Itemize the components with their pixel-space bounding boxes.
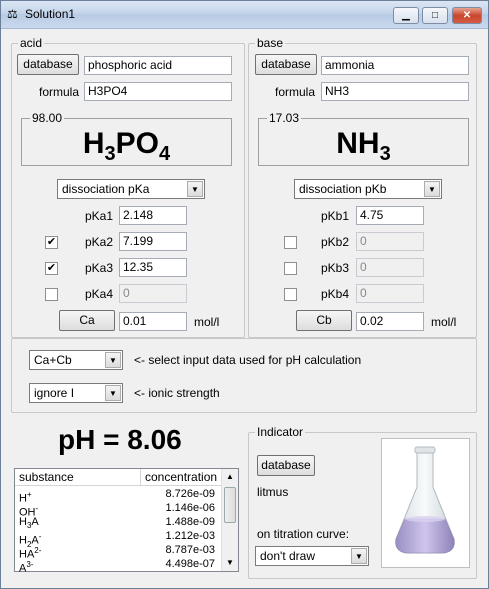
chevron-down-icon: ▼ xyxy=(424,181,440,197)
indicator-group-label: Indicator xyxy=(255,425,306,439)
table-row[interactable]: H2A- 1.212e-03 xyxy=(15,530,235,549)
chevron-down-icon: ▼ xyxy=(351,548,367,564)
pkb3-label: pKb3 xyxy=(321,261,350,275)
scroll-thumb[interactable] xyxy=(224,487,236,523)
base-formula-field[interactable]: NH3 xyxy=(321,82,469,101)
scroll-up-icon[interactable]: ▲ xyxy=(222,469,238,485)
titration-curve-select[interactable]: don't draw ▼ xyxy=(255,546,369,566)
acid-group-label: acid xyxy=(18,36,45,50)
pka3-field[interactable]: 12.35 xyxy=(119,258,187,277)
table-row[interactable]: H+ 8.726e-09 xyxy=(15,488,235,505)
cb-button[interactable]: Cb xyxy=(296,310,352,331)
acid-formula-label: formula xyxy=(39,85,80,99)
table-row[interactable]: H3A 1.488e-09 xyxy=(15,516,235,530)
base-name-field[interactable]: ammonia xyxy=(321,56,469,75)
minimize-button[interactable]: ▁ xyxy=(393,7,419,24)
pka1-field[interactable]: 2.148 xyxy=(119,206,187,225)
pka3-checkbox[interactable]: ✔ xyxy=(45,262,58,275)
ph-result: pH = 8.06 xyxy=(58,424,182,455)
pkb2-label: pKb2 xyxy=(321,235,350,249)
table-scrollbar[interactable]: ▲ ▼ xyxy=(221,469,238,571)
acid-molar-mass: 98.00 xyxy=(30,111,65,125)
solution-window: ⚖ Solution1 ▁ □ ✕ acid database phosphor… xyxy=(0,0,489,589)
ca-button[interactable]: Ca xyxy=(59,310,115,331)
column-header-substance[interactable]: substance xyxy=(15,469,141,486)
table-row[interactable]: OH- 1.146e-06 xyxy=(15,502,235,519)
acid-name-field[interactable]: phosphoric acid xyxy=(84,56,232,75)
table-row[interactable]: A3- 4.498e-07 xyxy=(15,558,235,575)
chevron-down-icon: ▼ xyxy=(105,385,121,401)
cb-unit: mol/l xyxy=(431,315,457,329)
indicator-name: litmus xyxy=(257,485,289,499)
pka2-label: pKa2 xyxy=(85,235,114,249)
pkb4-field: 0 xyxy=(356,284,424,303)
pkb2-field: 0 xyxy=(356,232,424,251)
scales-icon: ⚖ xyxy=(7,7,18,21)
ca-field[interactable]: 0.01 xyxy=(119,312,187,331)
pkb1-field[interactable]: 4.75 xyxy=(356,206,424,225)
base-dissociation-select[interactable]: dissociation pKb ▼ xyxy=(294,179,442,199)
pka4-label: pKa4 xyxy=(85,287,114,301)
acid-formula-field[interactable]: H3PO4 xyxy=(84,82,232,101)
indicator-database-button[interactable]: database xyxy=(257,455,315,476)
chevron-down-icon: ▼ xyxy=(187,181,203,197)
acid-database-button[interactable]: database xyxy=(17,54,79,75)
cb-field[interactable]: 0.02 xyxy=(356,312,424,331)
input-data-hint: <- select input data used for pH calcula… xyxy=(134,353,362,367)
scroll-down-icon[interactable]: ▼ xyxy=(222,555,238,571)
ionic-strength-select[interactable]: ignore I ▼ xyxy=(29,383,123,403)
input-data-select[interactable]: Ca+Cb ▼ xyxy=(29,350,123,370)
base-formula-label: formula xyxy=(275,85,316,99)
title-bar[interactable]: ⚖ Solution1 ▁ □ ✕ xyxy=(1,1,488,29)
chevron-down-icon: ▼ xyxy=(105,352,121,368)
close-button[interactable]: ✕ xyxy=(452,7,482,24)
base-formula-display: 17.03 NH3 xyxy=(258,111,469,166)
table-row[interactable]: HA2- 8.787e-03 xyxy=(15,544,235,561)
concentration-table[interactable]: substance concentration H+ 8.726e-09 OH-… xyxy=(14,468,239,575)
pkb3-checkbox[interactable] xyxy=(284,262,297,275)
base-group-label: base xyxy=(255,36,286,50)
column-header-concentration[interactable]: concentration xyxy=(141,469,222,486)
pkb3-field: 0 xyxy=(356,258,424,277)
pkb1-label: pKb1 xyxy=(321,209,350,223)
pkb4-checkbox[interactable] xyxy=(284,288,297,301)
base-database-button[interactable]: database xyxy=(255,54,317,75)
window-title: Solution1 xyxy=(25,7,76,21)
pka4-checkbox[interactable] xyxy=(45,288,58,301)
acid-formula-display: 98.00 H3PO4 xyxy=(21,111,232,166)
pkb4-label: pKb4 xyxy=(321,287,350,301)
erlenmeyer-flask-icon xyxy=(395,446,455,554)
acid-dissociation-select[interactable]: dissociation pKa ▼ xyxy=(57,179,205,199)
titration-curve-label: on titration curve: xyxy=(257,527,350,541)
base-formula-rendered: NH3 xyxy=(336,127,391,165)
ca-unit: mol/l xyxy=(194,315,220,329)
pka1-label: pKa1 xyxy=(85,209,114,223)
pka2-field[interactable]: 7.199 xyxy=(119,232,187,251)
pka4-field: 0 xyxy=(119,284,187,303)
pkb2-checkbox[interactable] xyxy=(284,236,297,249)
ionic-strength-hint: <- ionic strength xyxy=(134,386,220,400)
pka2-checkbox[interactable]: ✔ xyxy=(45,236,58,249)
pka3-label: pKa3 xyxy=(85,261,114,275)
indicator-flask-image xyxy=(381,438,470,568)
acid-formula-rendered: H3PO4 xyxy=(82,127,171,165)
base-molar-mass: 17.03 xyxy=(267,111,302,125)
maximize-button[interactable]: □ xyxy=(422,7,448,24)
